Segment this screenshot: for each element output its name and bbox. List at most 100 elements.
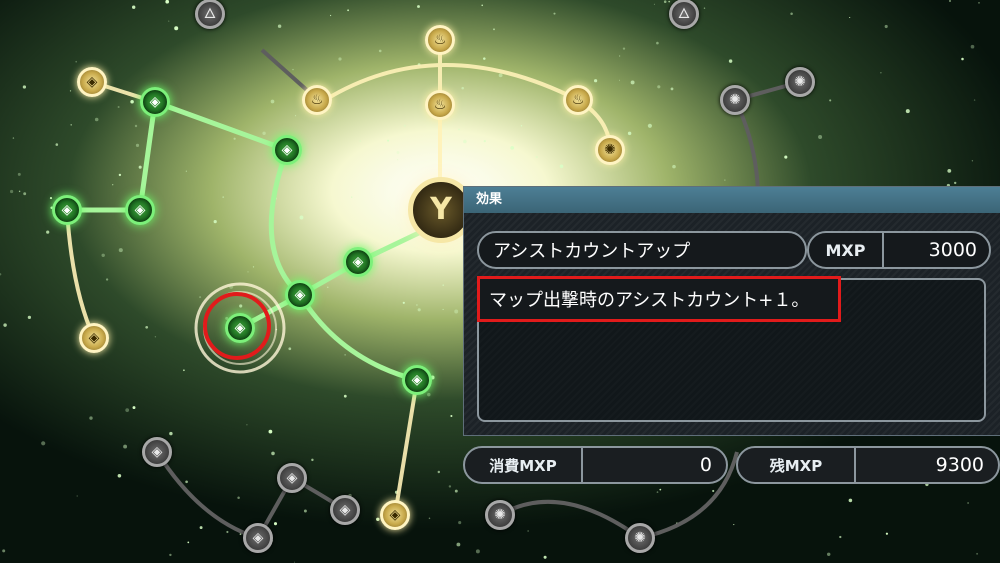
mxp-cost-field: MXP 3000 bbox=[807, 231, 991, 269]
locked-node-atom[interactable]: ✺ bbox=[485, 500, 515, 530]
gold-node-fire[interactable]: ♨ bbox=[563, 85, 593, 115]
star bbox=[976, 552, 979, 555]
star bbox=[222, 196, 225, 198]
star bbox=[247, 271, 249, 273]
star bbox=[659, 488, 662, 491]
diamond-icon: ◈ bbox=[411, 372, 423, 388]
gold-node-fire[interactable]: ♨ bbox=[425, 25, 455, 55]
star bbox=[510, 145, 515, 150]
star bbox=[303, 509, 307, 513]
star bbox=[273, 522, 278, 526]
gold-node-atom[interactable]: ✺ bbox=[595, 135, 625, 165]
flame-icon: 🜂 bbox=[203, 6, 217, 22]
locked-node-diamond[interactable]: ◈ bbox=[142, 437, 172, 467]
flame-icon: ♨ bbox=[571, 92, 585, 108]
star bbox=[70, 124, 72, 126]
star bbox=[213, 220, 217, 224]
star bbox=[475, 549, 480, 554]
star bbox=[417, 308, 421, 312]
locked-node-atom[interactable]: ✺ bbox=[625, 523, 655, 553]
star bbox=[125, 408, 130, 412]
star bbox=[18, 190, 21, 193]
star bbox=[237, 496, 240, 500]
star bbox=[483, 57, 486, 60]
star bbox=[672, 164, 676, 169]
locked-node-fire[interactable]: 🜂 bbox=[195, 0, 225, 29]
star bbox=[618, 79, 621, 81]
diamond-icon: ◈ bbox=[294, 287, 306, 303]
star bbox=[27, 315, 32, 320]
star bbox=[76, 495, 78, 497]
star bbox=[338, 57, 342, 61]
star bbox=[396, 151, 400, 154]
diamond-icon: ◈ bbox=[149, 94, 161, 110]
star bbox=[359, 140, 362, 142]
unlocked-node[interactable]: ◈ bbox=[125, 195, 155, 225]
locked-node-atom[interactable]: ✺ bbox=[720, 85, 750, 115]
selection-highlight-ring bbox=[203, 292, 271, 360]
star bbox=[22, 85, 27, 89]
unlocked-node[interactable]: ◈ bbox=[272, 135, 302, 165]
star bbox=[818, 134, 823, 140]
diamond-icon: ◈ bbox=[339, 502, 351, 518]
star bbox=[594, 79, 598, 83]
star bbox=[268, 429, 273, 434]
locked-node-diamond[interactable]: ◈ bbox=[277, 463, 307, 493]
star bbox=[905, 109, 910, 114]
unlocked-node[interactable]: ◈ bbox=[402, 365, 432, 395]
gold-node-diamond[interactable]: ◈ bbox=[380, 500, 410, 530]
star bbox=[17, 172, 21, 176]
star bbox=[948, 0, 952, 3]
star bbox=[553, 12, 556, 15]
star bbox=[450, 414, 453, 418]
diamond-icon: ◈ bbox=[252, 530, 264, 546]
star bbox=[46, 230, 50, 234]
used-mxp-label: 消費MXP bbox=[489, 456, 557, 475]
star bbox=[145, 325, 149, 329]
unlocked-node[interactable]: ◈ bbox=[140, 87, 170, 117]
star bbox=[483, 139, 486, 143]
star bbox=[657, 85, 661, 89]
locked-node-diamond[interactable]: ◈ bbox=[243, 523, 273, 553]
star bbox=[668, 0, 671, 3]
star bbox=[105, 278, 109, 281]
star bbox=[971, 160, 974, 162]
remaining-mxp-value: 9300 bbox=[935, 454, 984, 476]
star bbox=[118, 248, 123, 253]
flame-icon: ♨ bbox=[433, 32, 447, 48]
star bbox=[117, 106, 120, 108]
star bbox=[880, 72, 882, 74]
diamond-icon: ◈ bbox=[286, 470, 298, 486]
unlocked-node[interactable]: ◈ bbox=[52, 195, 82, 225]
star bbox=[656, 491, 659, 493]
star bbox=[703, 7, 706, 9]
locked-node-diamond[interactable]: ◈ bbox=[330, 495, 360, 525]
star bbox=[733, 524, 735, 526]
atom-icon: ✺ bbox=[494, 507, 506, 523]
star bbox=[387, 139, 390, 142]
star bbox=[174, 26, 179, 31]
star bbox=[330, 14, 332, 17]
locked-node-atom[interactable]: ✺ bbox=[785, 67, 815, 97]
star bbox=[130, 100, 134, 104]
star bbox=[448, 485, 452, 488]
diamond-icon: ◈ bbox=[88, 330, 100, 346]
star bbox=[246, 424, 248, 426]
star bbox=[199, 526, 203, 530]
gold-node-fire[interactable]: ♨ bbox=[425, 90, 455, 120]
skill-name-field: アシストカウントアップ bbox=[477, 231, 807, 269]
star bbox=[559, 164, 564, 169]
unlocked-node[interactable]: ◈ bbox=[343, 247, 373, 277]
gold-node-diamond[interactable]: ◈ bbox=[79, 323, 109, 353]
locked-node-fire[interactable]: 🜂 bbox=[669, 0, 699, 29]
gold-node-fire[interactable]: ♨ bbox=[302, 85, 332, 115]
diamond-icon: ◈ bbox=[352, 254, 364, 270]
used-mxp-field: 消費MXP 0 bbox=[463, 446, 728, 484]
star bbox=[233, 137, 236, 140]
diamond-icon: ◈ bbox=[86, 74, 98, 90]
star bbox=[416, 304, 418, 306]
gold-node-diamond[interactable]: ◈ bbox=[77, 67, 107, 97]
diamond-icon: ◈ bbox=[281, 142, 293, 158]
unlocked-node[interactable]: ◈ bbox=[285, 280, 315, 310]
star bbox=[89, 416, 93, 420]
